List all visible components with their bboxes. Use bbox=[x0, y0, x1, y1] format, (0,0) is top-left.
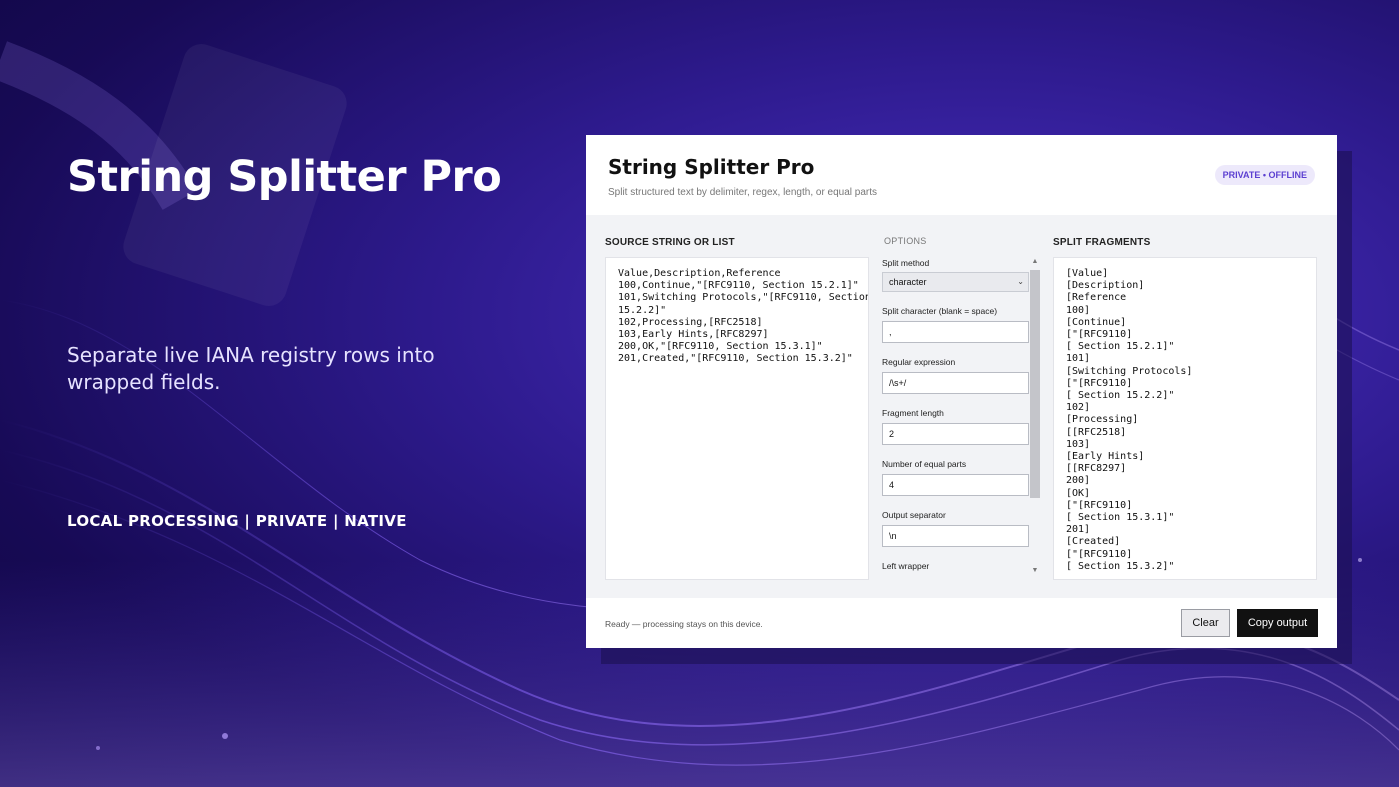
options-panel[interactable]: Split method character ⌄ Split character… bbox=[880, 258, 1042, 574]
split-method-select[interactable]: character ⌄ bbox=[882, 272, 1029, 292]
output-separator-input[interactable]: \n bbox=[882, 525, 1029, 547]
split-method-label: Split method bbox=[882, 258, 930, 268]
clear-button[interactable]: Clear bbox=[1181, 609, 1230, 637]
split-character-input[interactable]: , bbox=[882, 321, 1029, 343]
fragment-length-label: Fragment length bbox=[882, 408, 944, 418]
copy-output-button[interactable]: Copy output bbox=[1237, 609, 1318, 637]
regex-input[interactable]: /\s+/ bbox=[882, 372, 1029, 394]
source-label: SOURCE STRING OR LIST bbox=[605, 237, 735, 248]
split-character-label: Split character (blank = space) bbox=[882, 306, 998, 316]
hero-subtitle: Separate live IANA registry rows into wr… bbox=[67, 343, 435, 394]
left-wrapper-label: Left wrapper bbox=[882, 561, 930, 571]
scrollbar-thumb[interactable] bbox=[1030, 270, 1040, 498]
output-separator-label: Output separator bbox=[882, 510, 946, 520]
fragment-length-input[interactable]: 2 bbox=[882, 423, 1029, 445]
equal-parts-input[interactable]: 4 bbox=[882, 474, 1029, 496]
regex-label: Regular expression bbox=[882, 357, 956, 367]
hero-tags: LOCAL PROCESSING | PRIVATE | NATIVE bbox=[67, 512, 407, 530]
privacy-badge: PRIVATE • OFFLINE bbox=[1214, 165, 1315, 185]
equal-parts-label: Number of equal parts bbox=[882, 459, 967, 469]
app-window: String Splitter Pro Split structured tex… bbox=[586, 135, 1337, 648]
output-textarea[interactable]: [Value] [Description] [Reference 100] [C… bbox=[1053, 257, 1317, 580]
app-title: String Splitter Pro bbox=[608, 155, 815, 179]
app-body: SOURCE STRING OR LIST Value,Description,… bbox=[586, 215, 1337, 598]
hero-title: String Splitter Pro bbox=[67, 152, 502, 202]
source-textarea[interactable]: Value,Description,Reference 100,Continue… bbox=[605, 257, 869, 580]
split-method-value: character bbox=[889, 277, 927, 287]
app-subtitle: Split structured text by delimiter, rege… bbox=[608, 187, 878, 198]
app-footer: Ready — processing stays on this device.… bbox=[586, 598, 1337, 648]
options-scrollbar[interactable]: ▲ ▼ bbox=[1029, 258, 1041, 574]
scroll-up-icon[interactable]: ▲ bbox=[1029, 258, 1041, 265]
chevron-down-icon: ⌄ bbox=[1017, 277, 1024, 286]
status-text: Ready — processing stays on this device. bbox=[605, 619, 763, 629]
app-header: String Splitter Pro Split structured tex… bbox=[586, 135, 1337, 215]
output-label: SPLIT FRAGMENTS bbox=[1053, 237, 1151, 248]
options-label: OPTIONS bbox=[884, 236, 927, 246]
scroll-down-icon[interactable]: ▼ bbox=[1029, 567, 1041, 574]
